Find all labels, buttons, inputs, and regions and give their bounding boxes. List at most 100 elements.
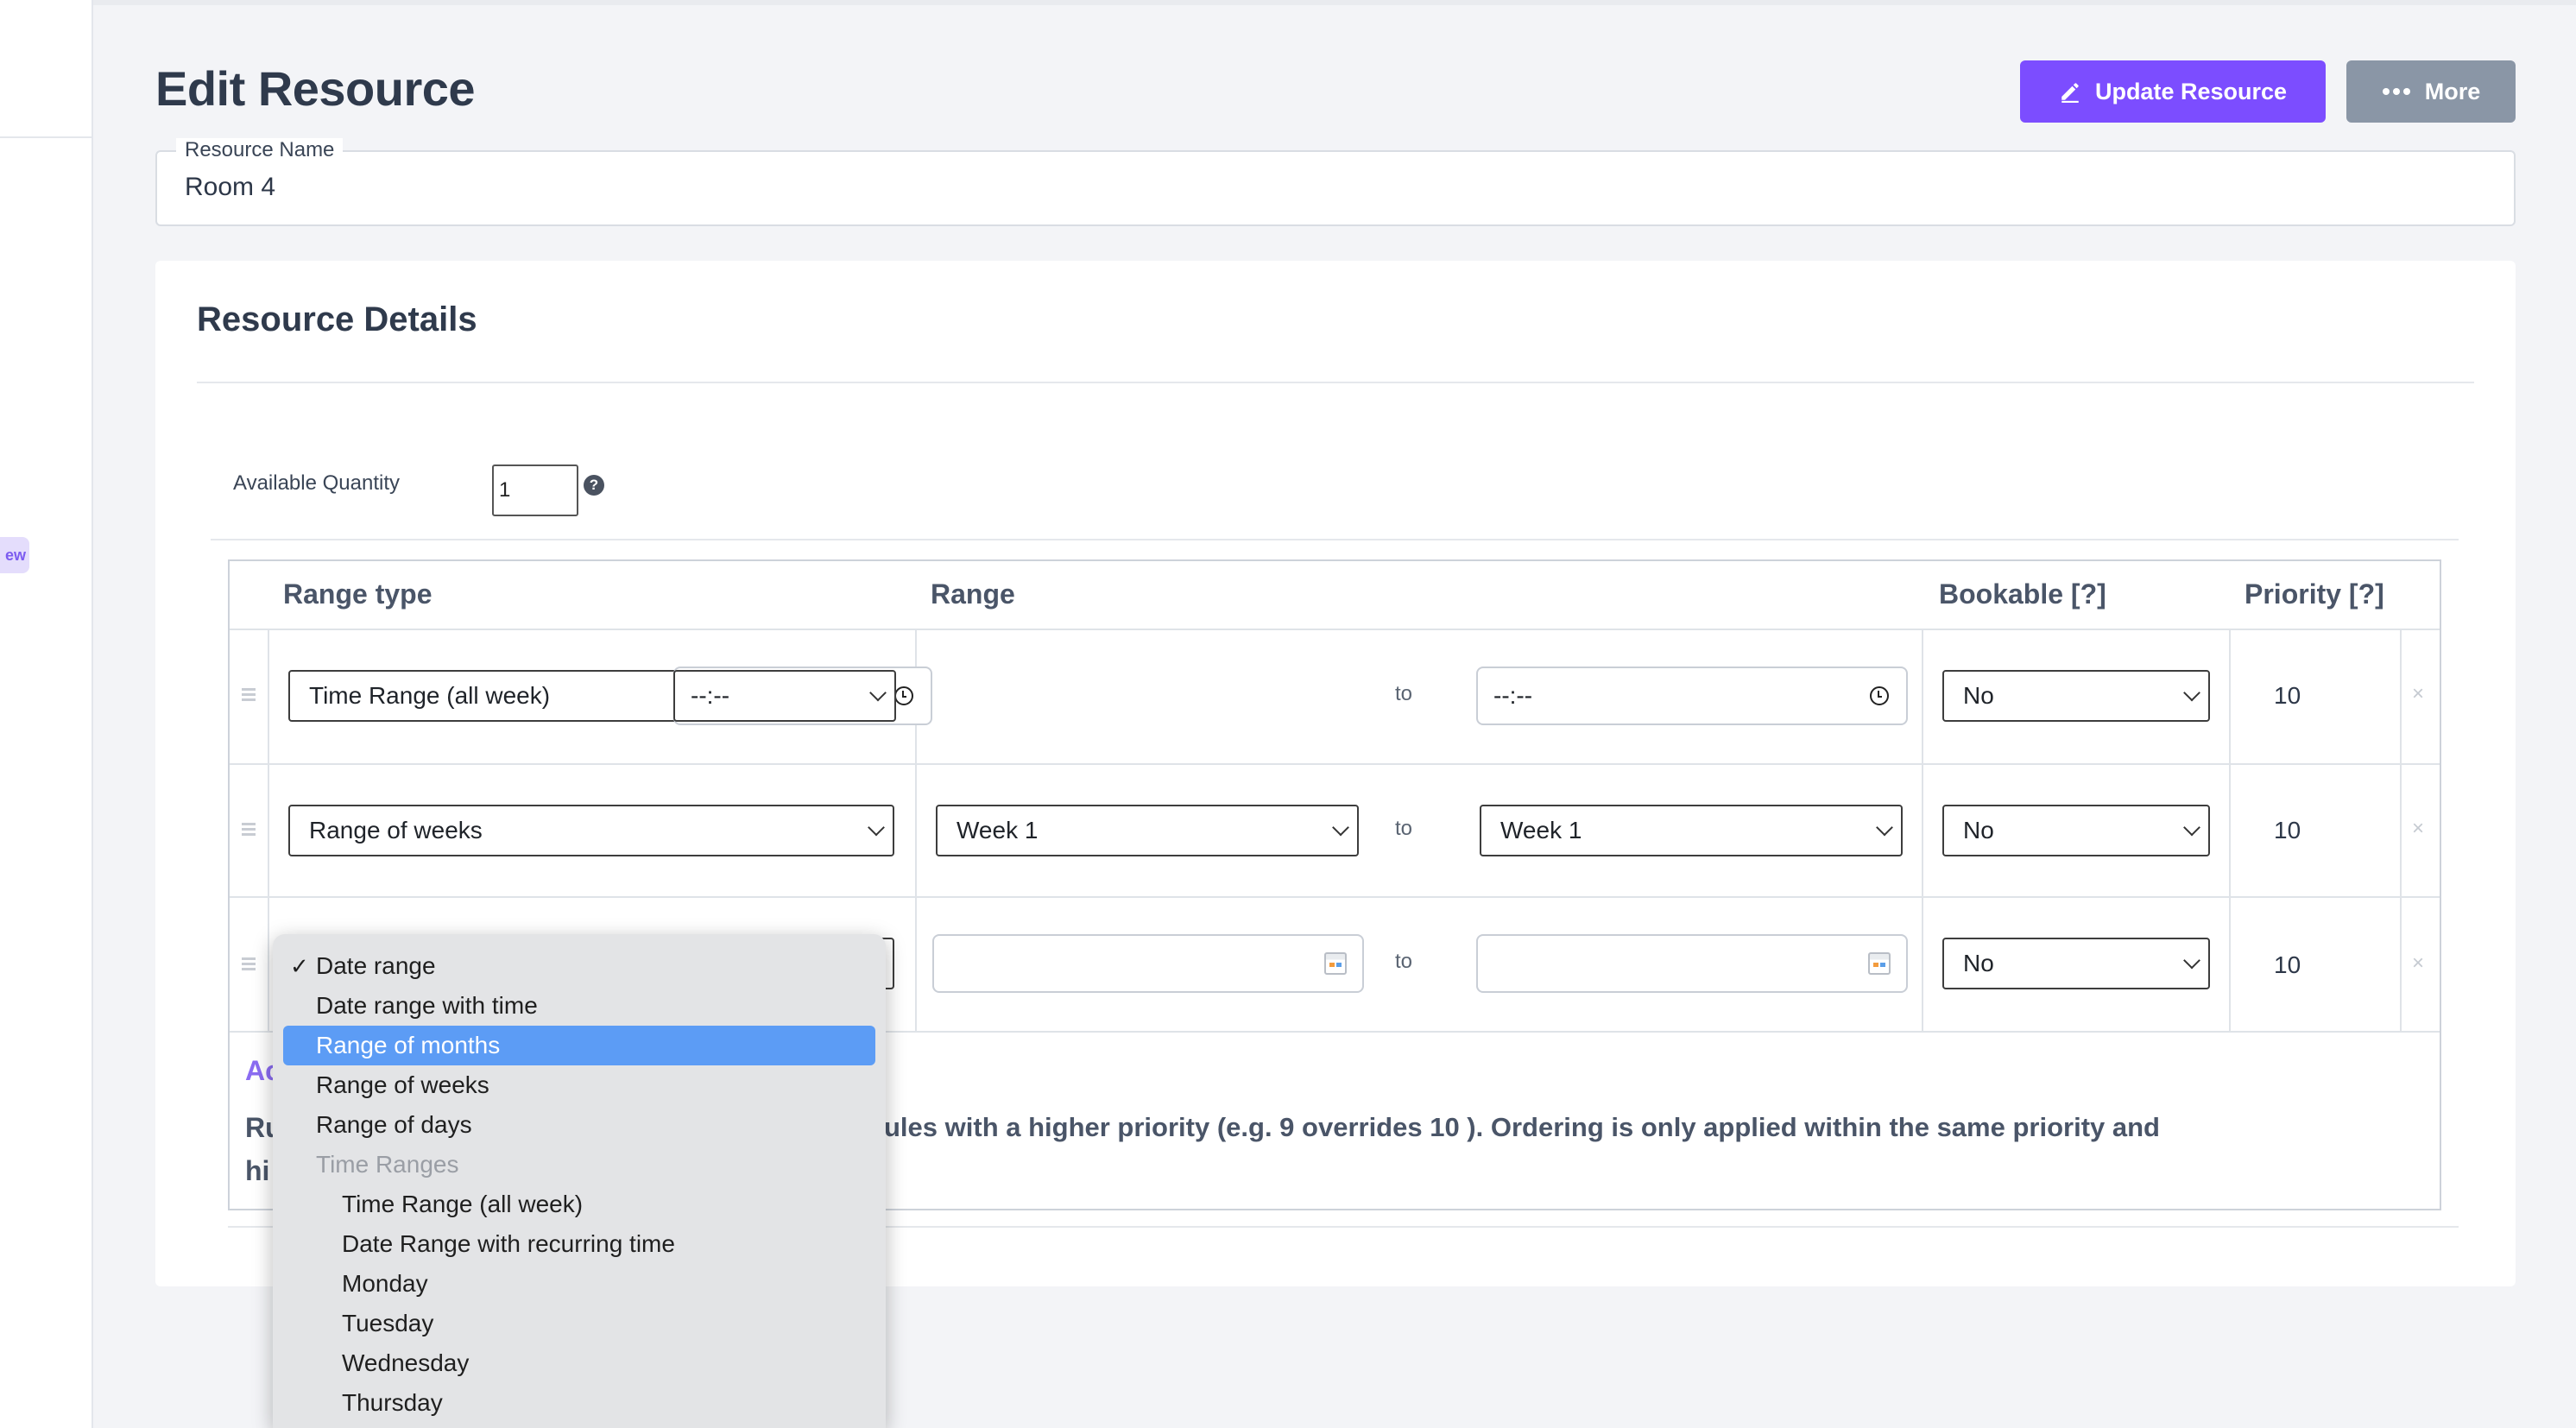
dropdown-option-label: Range of days <box>316 1111 472 1138</box>
bookable-value: No <box>1963 950 1994 976</box>
available-quantity-input[interactable]: 1 <box>492 464 578 516</box>
bookable-value: No <box>1963 682 1994 709</box>
column-divider <box>1922 630 1923 1031</box>
range-type-value: Range of weeks <box>309 817 483 844</box>
dropdown-option-label: Tuesday <box>342 1310 434 1336</box>
priority-value[interactable]: 10 <box>2274 682 2301 710</box>
range-type-value: Time Range (all week) <box>309 682 551 709</box>
resource-details-title: Resource Details <box>197 300 477 338</box>
calendar-icon[interactable] <box>1868 952 1891 975</box>
header-priority[interactable]: Priority [?] <box>2245 578 2384 610</box>
dropdown-option[interactable]: ✓ Date range <box>283 946 875 986</box>
header-range-type: Range type <box>283 578 432 610</box>
priority-value[interactable]: 10 <box>2274 817 2301 844</box>
chevron-down-icon <box>1332 818 1349 837</box>
range-type-select[interactable]: Range of weeks <box>288 805 894 856</box>
bookable-value: No <box>1963 817 1994 844</box>
dropdown-group-label: Time Ranges <box>283 1145 875 1185</box>
to-label: to <box>1395 682 1413 705</box>
dropdown-option-label: Thursday <box>342 1389 443 1416</box>
ellipsis-icon <box>2382 88 2410 95</box>
dropdown-option[interactable]: Time Range (all week) <box>283 1185 875 1224</box>
dropdown-option-label: Time Ranges <box>316 1151 459 1178</box>
column-divider <box>2400 630 2402 1031</box>
resource-name-field[interactable] <box>155 150 2516 226</box>
pencil-icon <box>2061 83 2079 103</box>
drag-handle-icon[interactable] <box>242 955 256 973</box>
dropdown-option[interactable]: Tuesday <box>283 1304 875 1343</box>
week-from-select[interactable]: Week 1 <box>936 805 1359 856</box>
calendar-icon[interactable] <box>1324 952 1347 975</box>
time-from-select-overlay[interactable] <box>673 670 896 722</box>
dropdown-option[interactable]: Date range with time <box>283 986 875 1026</box>
column-divider <box>2229 630 2231 1031</box>
dropdown-option[interactable]: Thursday <box>283 1383 875 1423</box>
resource-name-label: Resource Name <box>176 138 344 162</box>
dropdown-option-label: Date range with time <box>316 992 538 1019</box>
to-label: to <box>1395 817 1413 840</box>
dropdown-option-label: Range of weeks <box>316 1071 489 1098</box>
available-quantity-label: Available Quantity <box>233 471 401 495</box>
clock-icon[interactable] <box>894 686 913 705</box>
quantity-divider <box>211 539 2459 540</box>
help-icon[interactable]: ? <box>584 475 604 496</box>
dropdown-option[interactable]: Wednesday <box>283 1343 875 1383</box>
dropdown-option-label: Date Range with recurring time <box>342 1230 675 1257</box>
drag-handle-icon[interactable] <box>242 686 256 704</box>
dropdown-option-label: Wednesday <box>342 1349 470 1376</box>
more-label: More <box>2424 78 2481 104</box>
to-label: to <box>1395 950 1413 973</box>
dropdown-option[interactable]: Date Range with recurring time <box>283 1224 875 1264</box>
column-divider <box>268 630 269 1031</box>
dropdown-option[interactable]: Range of weeks <box>283 1065 875 1105</box>
time-to-value: --:-- <box>1493 682 1533 709</box>
priority-value[interactable]: 10 <box>2274 951 2301 979</box>
update-resource-label: Update Resource <box>2094 78 2288 104</box>
sidebar-badge[interactable]: ew <box>0 537 29 573</box>
chevron-down-icon <box>2183 951 2200 970</box>
checkmark-icon: ✓ <box>290 952 309 979</box>
remove-row-icon[interactable]: × <box>2412 817 2424 841</box>
header-range: Range <box>931 578 1015 610</box>
top-border <box>93 0 2576 5</box>
chevron-down-icon <box>868 818 885 837</box>
dropdown-option-label: Date range <box>316 952 436 979</box>
range-type-dropdown-list[interactable]: ✓ Date range Date range with time Range of … <box>273 934 886 1428</box>
rules-text-line2-start: hi <box>245 1155 270 1186</box>
sidebar-divider <box>0 136 92 138</box>
page-title: Edit Resource <box>155 61 476 116</box>
resource-name-value[interactable]: Room 4 <box>185 173 275 202</box>
bookable-select[interactable]: No <box>1942 805 2210 856</box>
row-divider <box>230 896 2440 898</box>
rules-text: ules with a higher priority (e.g. 9 over… <box>884 1112 2160 1142</box>
bookable-select[interactable]: No <box>1942 938 2210 989</box>
clock-icon[interactable] <box>1870 686 1889 705</box>
dropdown-option[interactable]: Range of days <box>283 1105 875 1145</box>
dropdown-option-label: Monday <box>342 1270 428 1297</box>
remove-row-icon[interactable]: × <box>2412 951 2424 976</box>
week-from-value: Week 1 <box>957 817 1039 844</box>
more-button[interactable]: More <box>2346 60 2516 123</box>
date-to-input[interactable] <box>1476 934 1908 993</box>
date-from-input[interactable] <box>932 934 1364 993</box>
remove-row-icon[interactable]: × <box>2412 682 2424 706</box>
row-divider <box>230 629 2440 630</box>
chevron-down-icon <box>2183 684 2200 702</box>
dropdown-option-label: Time Range (all week) <box>342 1191 584 1217</box>
dropdown-option[interactable]: Monday <box>283 1264 875 1304</box>
bookable-select[interactable]: No <box>1942 670 2210 722</box>
header-bookable[interactable]: Bookable [?] <box>1939 578 2106 610</box>
dropdown-option[interactable]: Range of months <box>283 1026 875 1065</box>
week-to-select[interactable]: Week 1 <box>1480 805 1903 856</box>
dropdown-option-label: Range of months <box>316 1032 501 1058</box>
week-to-value: Week 1 <box>1500 817 1582 844</box>
row-divider <box>230 763 2440 765</box>
time-to-input[interactable]: --:-- <box>1476 667 1908 725</box>
sidebar <box>0 0 93 1428</box>
chevron-down-icon <box>1876 818 1893 837</box>
chevron-down-icon <box>2183 818 2200 837</box>
update-resource-button[interactable]: Update Resource <box>2020 60 2326 123</box>
chevron-down-icon <box>869 684 887 702</box>
details-divider <box>197 382 2474 383</box>
drag-handle-icon[interactable] <box>242 820 256 838</box>
